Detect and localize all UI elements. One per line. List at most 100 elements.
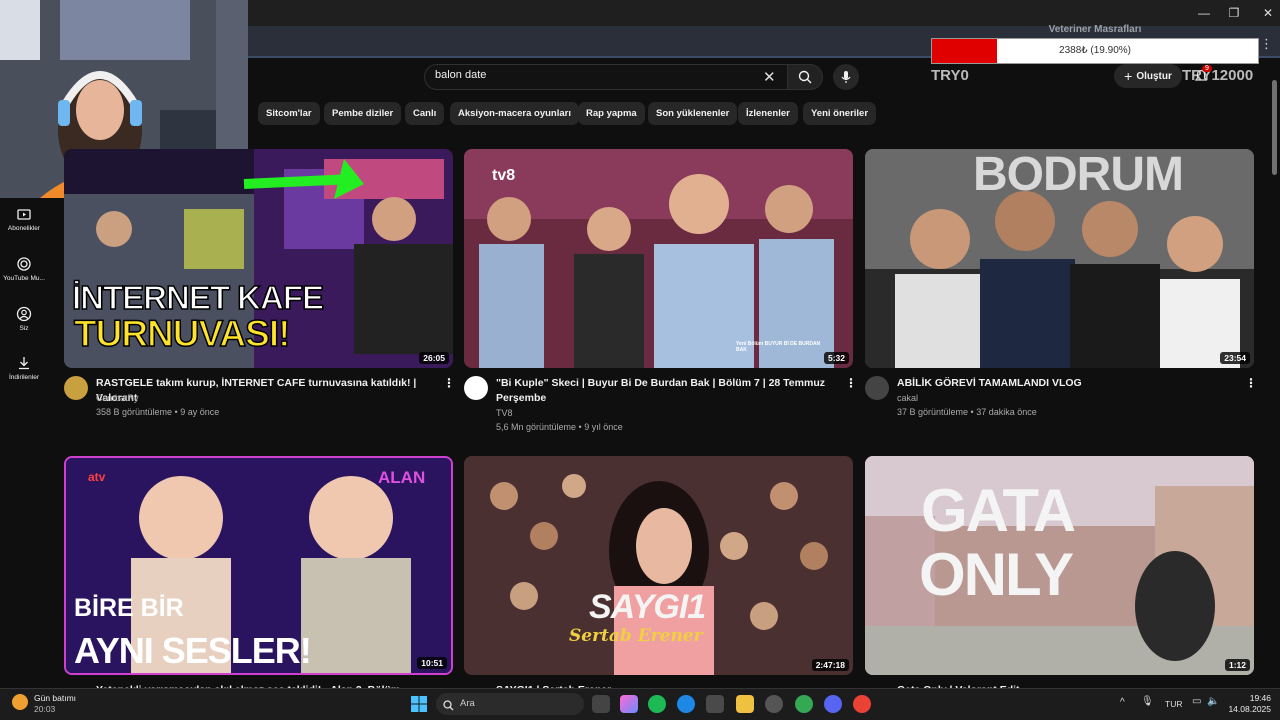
language-indicator[interactable]: TUR	[1165, 699, 1182, 709]
thumbnail-text: ALAN	[378, 468, 426, 487]
minimize-button[interactable]: —	[1196, 5, 1212, 21]
youtube-music-icon	[17, 257, 31, 271]
clock-date[interactable]: 14.08.2025	[1221, 704, 1271, 714]
network-icon[interactable]: ▭	[1192, 696, 1201, 707]
start-button[interactable]	[410, 695, 428, 713]
video-thumbnail[interactable]: BODRUM 23:54	[865, 149, 1254, 368]
window-titlebar: — ❐ ✕	[248, 0, 1280, 26]
volume-icon[interactable]: 🔈	[1207, 696, 1219, 707]
video-thumbnail[interactable]: BİRE BİR AYNI SESLER! ALAN atv 10:51	[64, 456, 453, 675]
more-options-icon[interactable]: ⋮	[1245, 376, 1257, 390]
weather-icon[interactable]	[12, 694, 28, 710]
channel-logo-text: atv	[88, 470, 106, 484]
channel-name[interactable]: CombatRy	[96, 391, 139, 405]
filter-chip[interactable]: Sitcom'lar	[258, 102, 320, 125]
filter-chip[interactable]: Pembe diziler	[324, 102, 402, 125]
sidebar-item-downloads[interactable]: İndirilenler	[0, 355, 48, 381]
thumbnail-text: BODRUM	[973, 149, 1184, 201]
video-title[interactable]: RASTGELE takım kurup, İNTERNET CAFE turn…	[96, 376, 446, 406]
search-box: ✕	[424, 64, 788, 90]
donation-progress-bar: 2388₺ (19.90%)	[931, 38, 1259, 64]
video-title[interactable]: ABİLİK GÖREVİ TAMAMLANDI VLOG	[897, 376, 1247, 391]
filter-chip[interactable]: Canlı	[405, 102, 445, 125]
notification-count-badge: 9	[1202, 65, 1212, 72]
sidebar: Abonelikler YouTube Mu... Siz İndirilenl…	[0, 198, 48, 688]
video-duration: 5:32	[823, 352, 849, 364]
weather-title[interactable]: Gün batımı	[34, 693, 76, 703]
steam-icon[interactable]	[765, 695, 783, 713]
chrome-icon[interactable]	[795, 695, 813, 713]
create-label: Oluştur	[1136, 70, 1172, 82]
more-options-icon[interactable]: ⋮	[845, 376, 857, 390]
close-button[interactable]: ✕	[1260, 5, 1276, 21]
channel-avatar[interactable]	[464, 376, 488, 400]
taskbar-search[interactable]: Ara	[436, 693, 584, 715]
thumbnail-text: Yeni Bölüm BUYUR Bİ DE BURDAN BAK	[736, 341, 821, 353]
channel-avatar[interactable]	[865, 376, 889, 400]
channel-logo-text: tv8	[492, 167, 516, 184]
filter-chip[interactable]: Yeni öneriler	[803, 102, 877, 125]
plus-icon: +	[1124, 68, 1133, 84]
task-view-icon[interactable]	[592, 695, 610, 713]
user-icon	[16, 306, 32, 322]
video-duration: 23:54	[1220, 352, 1250, 364]
search-icon	[443, 698, 454, 716]
video-thumbnail[interactable]: tv8 Yeni Bölüm BUYUR Bİ DE BURDAN BAK 5:…	[464, 149, 853, 368]
filter-chip[interactable]: Rap yapma	[578, 102, 645, 125]
more-options-icon[interactable]: ⋮	[443, 376, 455, 390]
goal-start-label: TRY0	[931, 67, 969, 84]
spotify-icon[interactable]	[648, 695, 666, 713]
filter-chip[interactable]: İzlenenler	[738, 102, 798, 125]
video-duration: 26:05	[419, 352, 449, 364]
filter-chip[interactable]: Son yüklenenler	[648, 102, 738, 125]
thumbnail-text: ONLY	[919, 541, 1074, 608]
more-vertical-icon[interactable]: ⋮	[1260, 36, 1273, 52]
thumbnail-text: GATA	[921, 477, 1076, 544]
voice-search-button[interactable]	[833, 64, 859, 90]
sidebar-item-subscriptions[interactable]: Abonelikler	[0, 206, 48, 232]
donation-goal-title: Veteriner Masrafları	[1048, 24, 1142, 35]
microphone-tray-icon[interactable]: 🎙	[1141, 696, 1154, 707]
video-thumbnail[interactable]: SAYGI1 Sertab Erener 2:47:18	[464, 456, 853, 675]
taskbar	[0, 688, 1280, 720]
chevron-up-icon[interactable]: ^	[1120, 697, 1125, 708]
channel-name[interactable]: TV8	[496, 406, 513, 420]
sidebar-item-youtube-music[interactable]: YouTube Mu...	[0, 256, 48, 282]
thumbnail-text: Sertab Erener	[569, 626, 703, 646]
video-thumbnail[interactable]: GATA ONLY 1:12	[865, 456, 1254, 675]
video-stats: 37 B görüntüleme • 37 dakika önce	[897, 407, 1037, 417]
sidebar-item-label: Siz	[19, 325, 29, 332]
download-icon	[19, 357, 29, 370]
goal-end-label: TRY12000	[1182, 67, 1254, 84]
notifications-button[interactable]: 9	[1194, 65, 1212, 89]
create-button[interactable]: + Oluştur	[1114, 64, 1182, 88]
discord-icon[interactable]	[824, 695, 842, 713]
scrollbar-thumb[interactable]	[1272, 80, 1277, 175]
channel-avatar[interactable]	[64, 376, 88, 400]
thumbnail-text: AYNI SESLER!	[74, 630, 312, 671]
video-stats: 5,6 Mn görüntüleme • 9 yıl önce	[496, 422, 623, 432]
thumbnail-text: TURNUVASI!	[73, 312, 291, 355]
channel-name[interactable]: cakal	[897, 391, 918, 405]
file-explorer-icon[interactable]	[736, 695, 754, 713]
thumbnail-text: BİRE BİR	[74, 594, 184, 622]
video-thumbnail[interactable]: İNTERNET KAFE TURNUVASI! 26:05	[64, 149, 453, 368]
filter-chip[interactable]: Aksiyon-macera oyunları	[450, 102, 579, 125]
copilot-icon[interactable]	[620, 695, 638, 713]
clear-search-icon[interactable]: ✕	[763, 68, 776, 86]
subscriptions-icon	[17, 209, 31, 220]
chrome-active-icon[interactable]	[853, 695, 871, 713]
video-stats: 358 B görüntüleme • 9 ay önce	[96, 407, 220, 417]
sidebar-item-label: Abonelikler	[7, 225, 41, 232]
clock-time[interactable]: 19:46	[1231, 693, 1271, 703]
weather-time: 20:03	[34, 704, 56, 714]
video-title[interactable]: "Bi Kuple" Skeci | Buyur Bi De Burdan Ba…	[496, 376, 826, 406]
search-button[interactable]	[787, 64, 823, 90]
thumbnail-text: SAYGI1	[589, 588, 706, 626]
edge-icon[interactable]	[677, 695, 695, 713]
donation-progress-text: 2388₺ (19.90%)	[1059, 45, 1131, 56]
sidebar-item-you[interactable]: Siz	[0, 306, 48, 332]
store-icon[interactable]	[706, 695, 724, 713]
search-input[interactable]	[435, 69, 755, 81]
maximize-button[interactable]: ❐	[1226, 5, 1242, 21]
